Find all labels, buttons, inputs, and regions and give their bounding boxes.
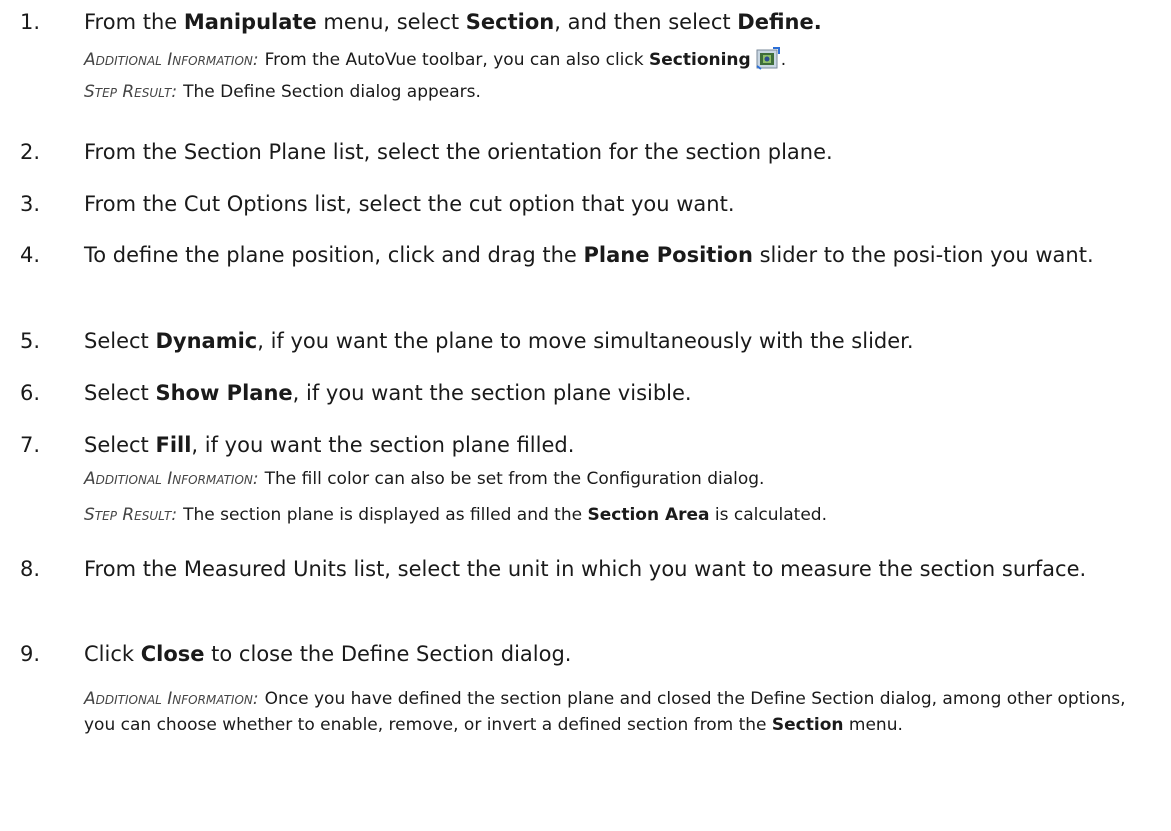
menu-manipulate: Manipulate xyxy=(183,10,317,34)
step-text: To define the plane position, click and … xyxy=(84,243,1094,267)
step-text: From the Measured Units list, select the… xyxy=(84,557,1087,581)
step-number: 7. xyxy=(20,433,41,457)
close-button-name: Close xyxy=(140,642,205,666)
step-number: 8. xyxy=(20,557,41,581)
plane-position-slider-name: Plane Position xyxy=(583,243,753,267)
section-menu-name: Section xyxy=(771,715,844,735)
sectioning-button-name: Sectioning xyxy=(649,50,751,70)
step-number: 3. xyxy=(20,192,41,216)
step-number: 2. xyxy=(20,140,41,164)
step-number: 1. xyxy=(20,10,41,34)
step-result: Step Result: The section plane is display… xyxy=(84,505,827,525)
sectioning-icon xyxy=(755,46,781,70)
step-text: From the Manipulate menu, select Section… xyxy=(84,10,822,34)
step-result: Step Result: The Define Section dialog ap… xyxy=(84,82,481,102)
step-text: Select Dynamic, if you want the plane to… xyxy=(84,329,914,353)
result-label: Step Result: xyxy=(84,505,178,525)
step-text: Select Fill, if you want the section pla… xyxy=(84,433,575,457)
show-plane-option-name: Show Plane xyxy=(155,381,293,405)
menu-define: Define. xyxy=(737,10,822,34)
info-label: Additional Information: xyxy=(84,469,259,489)
step-number: 4. xyxy=(20,243,41,267)
additional-information: Additional Information: Once you have def… xyxy=(84,689,1126,735)
info-label: Additional Information: xyxy=(84,689,259,709)
step-number: 6. xyxy=(20,381,41,405)
step-text: Click Close to close the Define Section … xyxy=(84,642,572,666)
fill-option-name: Fill xyxy=(155,433,192,457)
result-label: Step Result: xyxy=(84,82,178,102)
dynamic-option-name: Dynamic xyxy=(155,329,258,353)
info-label: Additional Information: xyxy=(84,50,259,70)
step-number: 5. xyxy=(20,329,41,353)
additional-information: Additional Information: The fill color ca… xyxy=(84,469,765,489)
section-area-name: Section Area xyxy=(587,505,710,525)
additional-information: Additional Information: From the AutoVue … xyxy=(84,46,1159,73)
step-text: Select Show Plane, if you want the secti… xyxy=(84,381,692,405)
step-text: From the Section Plane list, select the … xyxy=(84,140,833,164)
step-number: 9. xyxy=(20,642,41,666)
step-text: From the Cut Options list, select the cu… xyxy=(84,192,735,216)
menu-section: Section xyxy=(465,10,555,34)
